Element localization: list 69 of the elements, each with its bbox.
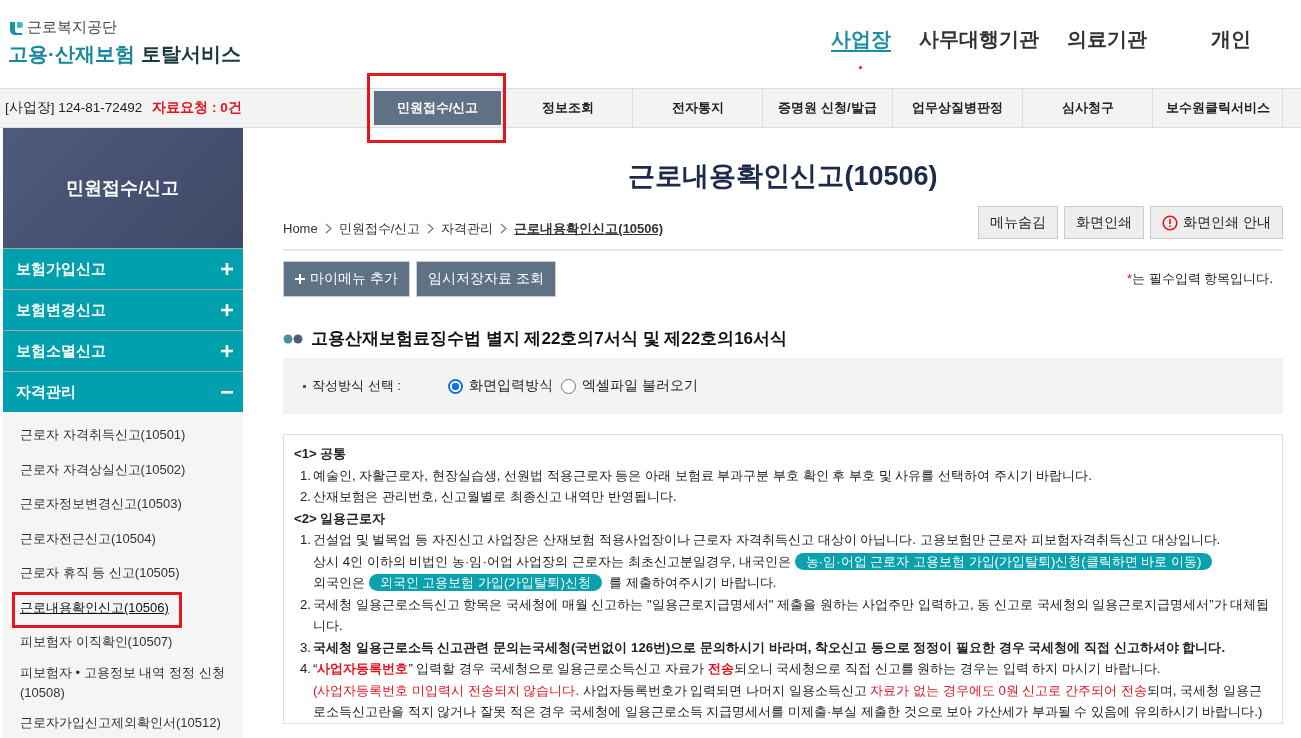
alert-icon: [1162, 214, 1179, 231]
menu-tab[interactable]: 정보조회: [504, 91, 631, 125]
nav-link[interactable]: 사업장: [831, 26, 891, 53]
menu-tab[interactable]: 업무상질병판정: [894, 91, 1021, 125]
notice-heading: <1> 공통: [294, 445, 348, 463]
sidebar-item[interactable]: 근로자가입신고제외확인서(10512): [20, 712, 221, 733]
item-number: 2.: [300, 488, 312, 506]
radio-option[interactable]: 엑셀파일 불러오기: [561, 377, 698, 395]
plus-icon: [221, 263, 233, 275]
action-button[interactable]: 마이메뉴 추가: [283, 261, 410, 297]
bullet-icon: [303, 384, 306, 388]
notice-text: 국세청 일용근로소득 신고관련 문의는국세청(국번없이 126번)으로 문의하시기 바라며, 착오신고 등으로 정정이 필요한 경우 국세청에 직접 신고하셔야 합니다.: [313, 638, 1227, 657]
sidebar-item[interactable]: 근로자 자격상실신고(10502): [20, 459, 186, 480]
nav-link[interactable]: 개인: [1211, 26, 1251, 53]
organization-name: 근로복지공단: [27, 18, 117, 37]
toolbar-button[interactable]: 메뉴숨김: [978, 206, 1059, 239]
notice-text: 건설업 및 벌목업 등 자진신고 사업장은 산재보험 적용사업장이나 근로자 자격취득신고 대상이 아닙니다. 고용보험만 근로자 피보험자격취득신고 대상입니다. 상시 4인 이하의 비법인 농·임·어업 사업장의 근로자는 최초신고분일경우, 내국인은 농·임·어업 근로자 고용보험 가입(가입탈퇴)신청(클릭하면 바로 이동) 외국인은 외국인 고용보험 가입(가입탈퇴)신청 를 제출하여주시기 바랍니다.: [313, 531, 1222, 593]
chevron-icon: [324, 223, 332, 234]
sidebar-item[interactable]: 피보험자 • 고용정보 내역 정정 신청(10508): [20, 662, 243, 703]
chevron-icon: [427, 223, 435, 234]
plus-icon: [221, 304, 233, 316]
notice-heading: <2> 일용근로자: [294, 509, 387, 528]
item-number: 4.: [300, 660, 312, 678]
chevron-icon: [500, 223, 508, 234]
data-request-count[interactable]: 자료요청 : 0건: [152, 99, 242, 117]
active-indicator-icon: [859, 66, 862, 69]
service-title: 고용·산재보험: [8, 42, 135, 67]
notice-text: “사업자등록번호” 입력할 경우 국세청으로 일용근로소득신고 자료가 전송되오니 국세청으로 직접 신고를 원하는 경우는 입력 하지 마시기 바랍니다. (사업자등록번호 미입력시 전송되지 않습니다. 사업자등록번호가 입력되면 나머지 일용소득신고 자료가 없는 경우에도 0원 신고로 간주되어 전송되며, 국세청 일용근로소득신고란을 적지 않거나 잘못 적은 경우 국세청에 일용근로소득 지급명세서를 미제출·부실 제출한 것으로 보아 가산세가 부과될 수 있음에 유의하시기 바랍니다.): [313, 660, 1264, 721]
item-number: 1.: [300, 531, 312, 549]
workplace-number: [사업장] 124-81-72492: [5, 99, 143, 117]
required-note: *는 필수입력 항목입니다.: [1127, 270, 1273, 288]
breadcrumb-link[interactable]: 자격관리: [441, 219, 494, 238]
sidebar-item[interactable]: 근로내용확인신고(10506): [20, 597, 169, 618]
section-title: 고용산재보험료징수법 별지 제22호의7서식 및 제22호의16서식: [311, 328, 788, 350]
item-number: 3.: [300, 638, 312, 657]
menu-tab[interactable]: 증명원 신청/발급: [764, 91, 891, 125]
option-label: 작성방식 선택 :: [303, 377, 448, 395]
notice-text: 산재보험은 관리번호, 신고월별로 최종신고 내역만 반영됩니다.: [313, 488, 678, 506]
item-number: 1.: [300, 466, 312, 485]
menu-tab[interactable]: 민원접수/신고: [374, 91, 501, 125]
nav-link[interactable]: 의료기관: [1067, 26, 1147, 53]
notice-text: 예술인, 자활근로자, 현장실습생, 선원법 적용근로자 등은 아래 보험료 부과구분 부호 확인 후 부호 및 사유를 선택하여 주시기 바랍니다.: [313, 466, 1093, 485]
radio-option[interactable]: 화면입력방식: [448, 377, 553, 395]
sidebar-item[interactable]: 근로자 휴직 등 신고(10505): [20, 563, 180, 584]
toolbar-button[interactable]: 화면인쇄: [1064, 206, 1145, 239]
sidebar-title: 민원접수/신고: [3, 128, 243, 248]
bullet-icon: [283, 333, 303, 344]
sidebar-item[interactable]: 근로자 자격취득신고(10501): [20, 425, 186, 446]
menu-tab[interactable]: 보수원클릭서비스: [1154, 91, 1281, 125]
breadcrumb-link[interactable]: 근로내용확인신고(10506): [514, 219, 664, 238]
toolbar-button[interactable]: 화면인쇄 안내: [1150, 206, 1283, 239]
radio-button[interactable]: [561, 378, 576, 394]
menu-tab[interactable]: 심사청구: [1024, 91, 1151, 125]
page-title: 근로내용확인신고(10506): [627, 160, 939, 193]
service-subtitle: 토탈서비스: [140, 42, 241, 67]
menu-tab[interactable]: 전자통지: [634, 91, 761, 125]
radio-button[interactable]: [448, 378, 463, 394]
plus-icon: [295, 274, 305, 284]
sidebar-item[interactable]: 근로자전근신고(10504): [20, 528, 156, 549]
breadcrumb-link[interactable]: Home: [283, 221, 318, 236]
breadcrumb-link[interactable]: 민원접수/신고: [338, 219, 421, 238]
sidebar-item[interactable]: 피보험자 이직확인(10507): [20, 632, 173, 653]
action-button[interactable]: 임시저장자료 조회: [415, 261, 556, 297]
plus-icon: [221, 345, 233, 357]
nav-link[interactable]: 사무대행기관: [919, 26, 1039, 53]
logo-icon: [8, 19, 24, 36]
sidebar-item[interactable]: 근로자정보변경신고(10503): [20, 494, 182, 515]
item-number: 2.: [300, 595, 312, 614]
notice-text: 국세청 일용근로소득신고 항목은 국세청에 매월 신고하는 "일용근로지급명세서" 제출을 원하는 사업주만 입력하고, 동 신고로 국세청의 일용근로지급명세서”가 대체됩니다.: [313, 595, 1271, 635]
